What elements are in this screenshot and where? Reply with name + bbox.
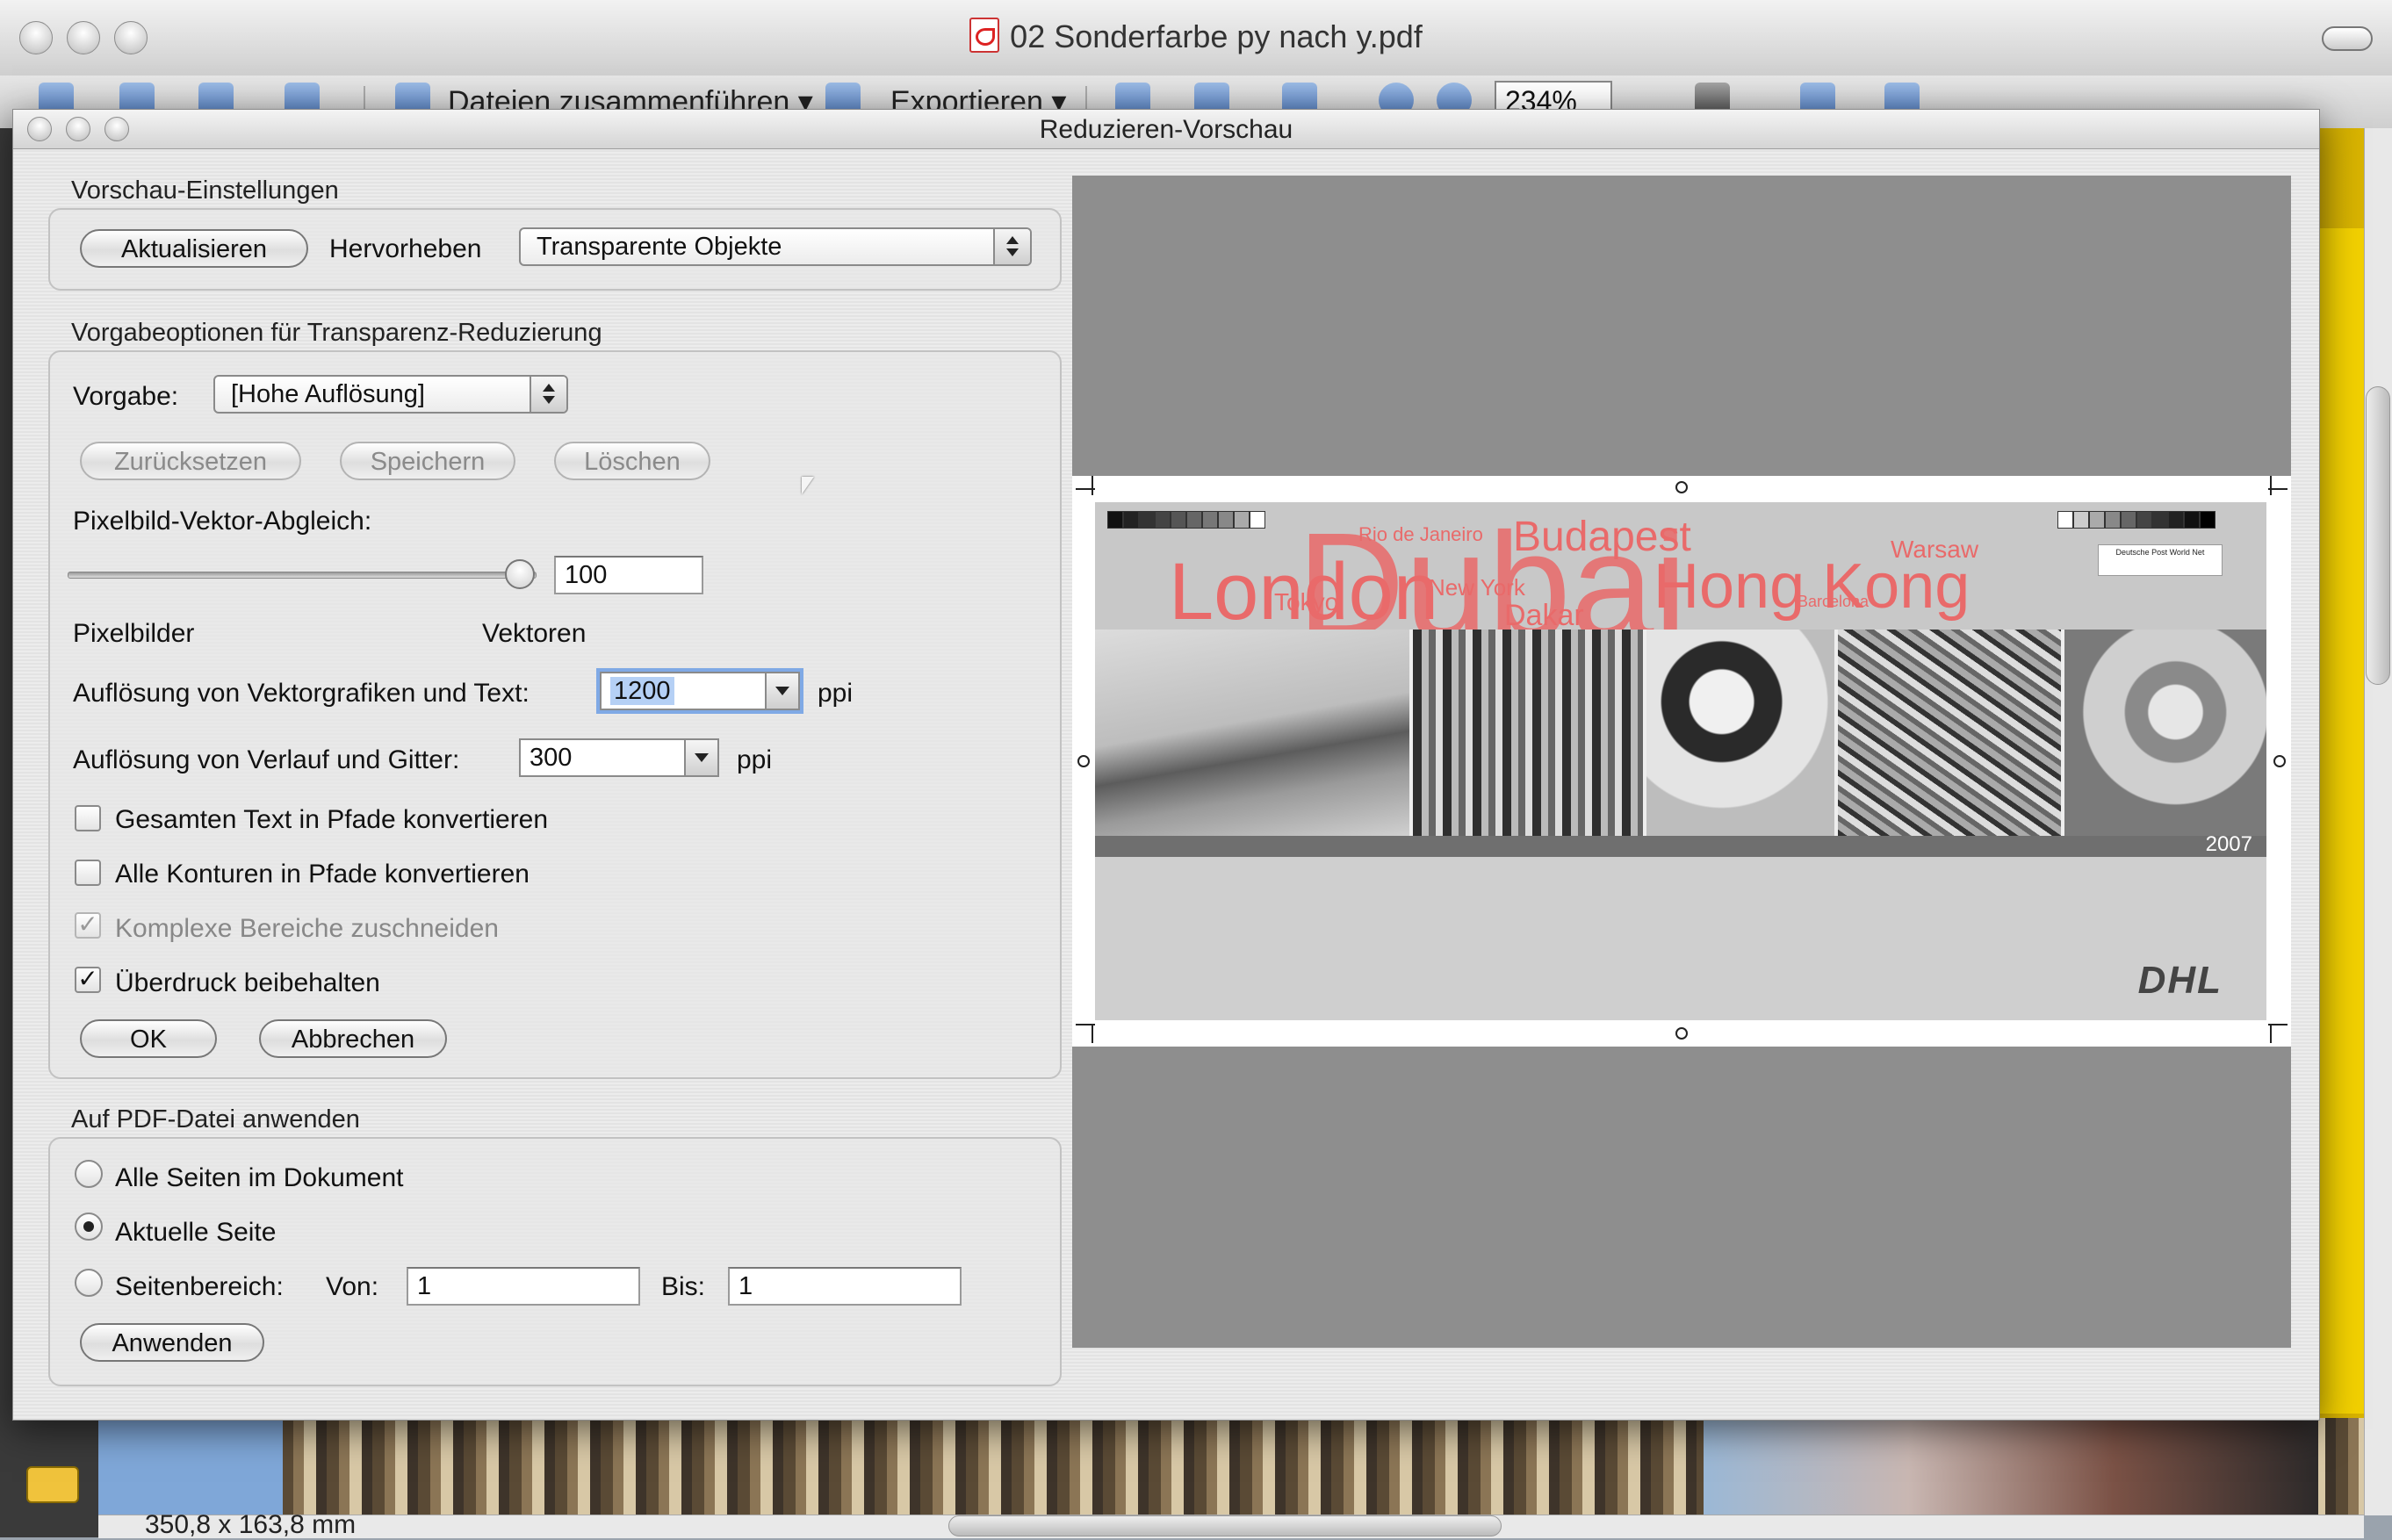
toolbar-toggle-button[interactable] [2322, 26, 2373, 51]
registration-mark [1077, 755, 1090, 767]
document-yellow-edge [2318, 228, 2364, 1414]
convert-text-to-outlines-label[interactable]: Gesamten Text in Pfade konvertieren [115, 805, 548, 835]
crop-mark [2270, 1024, 2272, 1043]
chevron-down-icon[interactable] [765, 673, 798, 709]
preset-options-heading: Vorgabeoptionen für Transparenz-Reduzier… [71, 319, 602, 347]
artwork-year: 2007 [2205, 832, 2252, 856]
preserve-overprint-label[interactable]: Überdruck beibehalten [115, 968, 380, 998]
crop-mark [1092, 476, 1093, 495]
highlight-select-value: Transparente Objekte [537, 233, 782, 261]
slider-right-label: Vektoren [482, 619, 587, 648]
vertical-scrollbar[interactable] [2364, 128, 2392, 1515]
save-preset-button[interactable]: Speichern [340, 442, 515, 480]
page-size-label: 350,8 x 163,8 mm [145, 1510, 357, 1539]
gradient-resolution-label: Auflösung von Verlauf und Gitter: [73, 745, 460, 774]
from-page-input[interactable]: 1 [407, 1267, 640, 1306]
photo-airplane [1095, 630, 1413, 836]
vector-resolution-unit: ppi [818, 679, 854, 708]
preview-page: Dubai London Rio de Janeiro Budapest Hon… [1072, 476, 2291, 1047]
popup-arrows-icon [530, 377, 566, 412]
from-label: Von: [326, 1272, 379, 1301]
city-warsaw: Warsaw [1891, 536, 1979, 563]
crop-mark [1092, 1024, 1093, 1043]
crop-mark [2270, 476, 2272, 495]
registration-mark [1675, 1027, 1688, 1040]
mouse-pointer-icon [802, 477, 814, 494]
artwork-band [1095, 836, 2266, 857]
vector-resolution-combobox[interactable]: 1200 [600, 672, 800, 710]
popup-arrows-icon [993, 229, 1030, 264]
preview-artwork: Dubai London Rio de Janeiro Budapest Hon… [1095, 502, 2266, 1020]
raster-vector-slider-track[interactable] [68, 572, 537, 579]
dialog-titlebar: Reduzieren-Vorschau [13, 110, 2319, 149]
preset-select-value: [Hohe Auflösung] [231, 380, 425, 408]
city-tokyo: Tokyo [1274, 588, 1339, 615]
to-page-input[interactable]: 1 [728, 1267, 962, 1306]
highlight-label: Hervorheben [329, 234, 482, 263]
artwork-cities-banner: Dubai London Rio de Janeiro Budapest Hon… [1095, 502, 2266, 630]
window-title: 02 Sonderfarbe py nach y.pdf [0, 18, 2392, 55]
all-pages-label[interactable]: Alle Seiten im Dokument [115, 1163, 403, 1193]
slider-left-label: Pixelbilder [73, 619, 195, 648]
raster-vector-balance-label: Pixelbild-Vektor-Abgleich: [73, 507, 372, 536]
cancel-button[interactable]: Abbrechen [259, 1019, 447, 1058]
city-barcelona: Barcelona [1798, 593, 1870, 610]
current-page-label[interactable]: Aktuelle Seite [115, 1218, 276, 1248]
color-bar-right [2057, 511, 2215, 529]
all-pages-radio[interactable] [75, 1160, 103, 1188]
city-rio: Rio de Janeiro [1358, 523, 1483, 545]
refresh-button[interactable]: Aktualisieren [80, 229, 308, 268]
preset-select[interactable]: [Hohe Auflösung] [213, 375, 568, 414]
pdf-file-icon [969, 18, 1000, 53]
page-range-label[interactable]: Seitenbereich: [115, 1272, 284, 1302]
photo-container-port [1838, 630, 2064, 836]
artwork-photo-strip [1095, 630, 2266, 836]
clip-complex-regions-label: Komplexe Bereiche zuschneiden [115, 914, 499, 943]
reset-button[interactable]: Zurücksetzen [80, 442, 301, 480]
document-image-left [98, 1418, 283, 1515]
dhl-logo: DHL [2137, 959, 2223, 1002]
dialog-title: Reduzieren-Vorschau [1039, 115, 1293, 144]
photo-warehouse [1413, 630, 1646, 836]
preserve-overprint-checkbox[interactable]: ✓ [75, 967, 101, 993]
city-new-york: New York [1429, 574, 1525, 601]
apply-button[interactable]: Anwenden [80, 1323, 264, 1362]
to-label: Bis: [661, 1272, 706, 1301]
convert-strokes-to-outlines-label[interactable]: Alle Konturen in Pfade konvertieren [115, 860, 530, 889]
gradient-resolution-unit: ppi [737, 745, 773, 774]
current-page-radio[interactable] [75, 1213, 103, 1241]
photo-driver [2064, 630, 2266, 836]
comment-icon[interactable] [26, 1466, 79, 1503]
gradient-resolution-combobox[interactable]: 300 [519, 738, 719, 777]
delete-preset-button[interactable]: Löschen [554, 442, 710, 480]
registration-mark [1675, 481, 1688, 493]
flattener-preview-pane[interactable]: Dubai London Rio de Janeiro Budapest Hon… [1072, 176, 2291, 1348]
preview-settings-heading: Vorschau-Einstellungen [71, 176, 339, 205]
horizontal-scroll-thumb[interactable] [948, 1515, 1502, 1536]
registration-mark [2273, 755, 2286, 767]
partner-logo: Deutsche Post World Net [2098, 544, 2223, 576]
convert-strokes-to-outlines-checkbox[interactable] [75, 860, 101, 886]
vector-resolution-label: Auflösung von Vektorgrafiken und Text: [73, 679, 530, 708]
chevron-down-icon[interactable] [684, 740, 717, 775]
ok-button[interactable]: OK [80, 1019, 217, 1058]
vertical-scroll-thumb[interactable] [2366, 386, 2390, 685]
flattener-preview-dialog: Reduzieren-Vorschau Vorschau-Einstellung… [12, 109, 2320, 1421]
document-image-right [1704, 1418, 2318, 1515]
window-title-text: 02 Sonderfarbe py nach y.pdf [1010, 18, 1423, 54]
preset-label: Vorgabe: [73, 382, 179, 411]
highlight-select[interactable]: Transparente Objekte [519, 227, 1032, 266]
gradient-resolution-value: 300 [530, 744, 573, 772]
clip-complex-regions-checkbox: ✓ [75, 912, 101, 939]
page-range-radio[interactable] [75, 1269, 103, 1297]
city-dakar: Dakar [1504, 599, 1584, 630]
convert-text-to-outlines-checkbox[interactable] [75, 805, 101, 831]
raster-vector-value-field[interactable]: 100 [554, 556, 703, 594]
color-bar-left [1107, 511, 1265, 529]
vector-resolution-value: 1200 [610, 677, 674, 705]
app-titlebar: 02 Sonderfarbe py nach y.pdf [0, 0, 2392, 76]
photo-courier-woman [1646, 630, 1838, 836]
apply-to-pdf-heading: Auf PDF-Datei anwenden [71, 1105, 360, 1133]
raster-vector-slider-knob[interactable] [505, 559, 535, 589]
